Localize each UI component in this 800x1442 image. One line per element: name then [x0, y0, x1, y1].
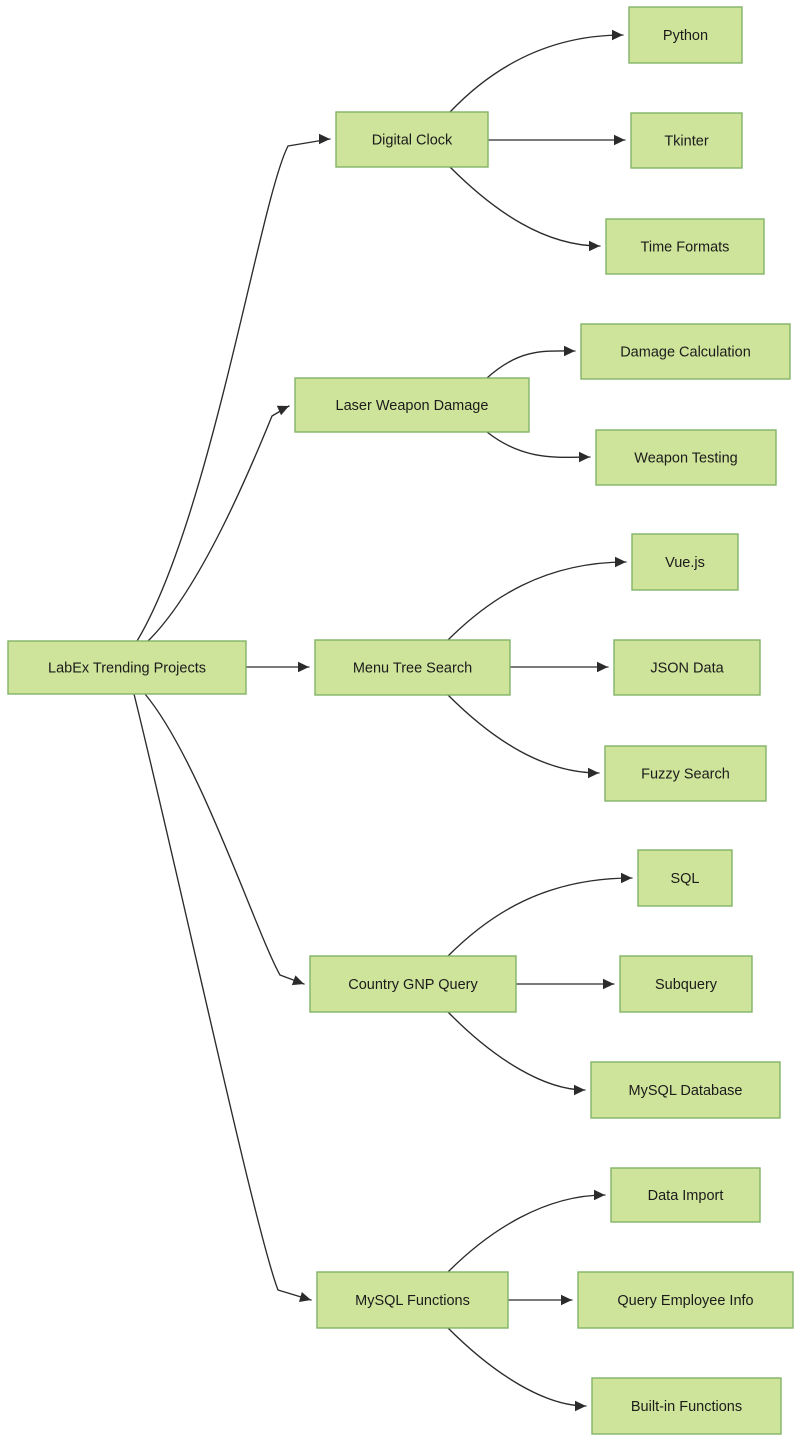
node-box[interactable] — [619, 955, 753, 1013]
diagram-node-damage-calculation[interactable]: Damage Calculation — [580, 323, 791, 380]
diagram-node-query-employee-info[interactable]: Query Employee Info — [577, 1271, 794, 1329]
node-box[interactable] — [577, 1271, 794, 1329]
node-box[interactable] — [630, 112, 743, 169]
edge-arrowhead — [615, 556, 626, 568]
edge-arrowhead — [594, 1189, 605, 1201]
node-box[interactable] — [590, 1061, 781, 1119]
edge-arrowhead — [621, 872, 632, 884]
mind-map-diagram: LabEx Trending Projects Digital Clock Pyth… — [7, 6, 794, 1435]
diagram-node-digital-clock[interactable]: Digital Clock — [335, 111, 489, 168]
edge-arrowhead — [588, 767, 599, 779]
diagram-edge — [449, 166, 601, 247]
diagram-edge — [447, 1011, 586, 1091]
diagram-node-subquery[interactable]: Subquery — [619, 955, 753, 1013]
edge-arrowhead — [579, 451, 590, 463]
diagram-node-menu-tree-search[interactable]: Menu Tree Search — [314, 639, 511, 696]
diagram-edge — [133, 693, 312, 1301]
node-layer: LabEx Trending Projects Digital Clock Pyth… — [7, 6, 794, 1435]
node-box[interactable] — [628, 6, 743, 64]
node-box[interactable] — [595, 429, 777, 486]
diagram-node-laser-weapon-damage[interactable]: Laser Weapon Damage — [294, 377, 530, 433]
diagram-node-fuzzy-search[interactable]: Fuzzy Search — [604, 745, 767, 802]
diagram-node-built-in-functions[interactable]: Built-in Functions — [591, 1377, 782, 1435]
diagram-edge — [486, 350, 576, 379]
diagram-node-data-import[interactable]: Data Import — [610, 1167, 761, 1223]
diagram-node-vuejs[interactable]: Vue.js — [631, 533, 739, 591]
node-box[interactable] — [316, 1271, 509, 1329]
edge-arrowhead — [597, 661, 608, 673]
diagram-node-python[interactable]: Python — [628, 6, 743, 64]
diagram-node-json-data[interactable]: JSON Data — [613, 639, 761, 696]
node-box[interactable] — [580, 323, 791, 380]
node-box[interactable] — [631, 533, 739, 591]
node-box[interactable] — [309, 955, 517, 1013]
edge-arrowhead — [614, 134, 625, 146]
diagram-edge — [447, 1327, 587, 1407]
edge-arrowhead — [564, 345, 575, 357]
node-box[interactable] — [604, 745, 767, 802]
diagram-edge — [447, 1194, 606, 1273]
diagram-node-weapon-testing[interactable]: Weapon Testing — [595, 429, 777, 486]
edge-arrowhead — [276, 405, 289, 416]
node-box[interactable] — [314, 639, 511, 696]
diagram-node-country-gnp-query[interactable]: Country GNP Query — [309, 955, 517, 1013]
diagram-edge — [447, 694, 600, 774]
diagram-edge — [447, 561, 627, 641]
node-box[interactable] — [294, 377, 530, 433]
diagram-node-root[interactable]: LabEx Trending Projects — [7, 640, 247, 695]
edge-arrowhead — [574, 1084, 585, 1096]
node-box[interactable] — [591, 1377, 782, 1435]
edge-arrowhead — [298, 1291, 311, 1302]
diagram-node-sql[interactable]: SQL — [637, 849, 733, 907]
node-box[interactable] — [335, 111, 489, 168]
node-box[interactable] — [7, 640, 247, 695]
diagram-node-tkinter[interactable]: Tkinter — [630, 112, 743, 169]
diagram-edge — [447, 877, 633, 957]
edge-arrowhead — [561, 1294, 572, 1306]
edge-arrowhead — [298, 661, 309, 673]
node-box[interactable] — [610, 1167, 761, 1223]
arrowhead-layer — [276, 29, 632, 1412]
node-box[interactable] — [637, 849, 733, 907]
diagram-edge — [486, 431, 591, 458]
diagram-edge — [449, 34, 624, 113]
edge-arrowhead — [589, 240, 600, 252]
edge-arrowhead — [575, 1400, 586, 1412]
edge-arrowhead — [319, 133, 330, 145]
diagram-node-mysql-functions[interactable]: MySQL Functions — [316, 1271, 509, 1329]
node-box[interactable] — [613, 639, 761, 696]
edge-arrowhead — [612, 29, 623, 41]
node-box[interactable] — [605, 218, 765, 275]
diagram-edge — [147, 405, 290, 642]
diagram-canvas: LabEx Trending Projects Digital Clock Pyth… — [0, 0, 800, 1442]
edge-layer — [133, 34, 633, 1407]
diagram-node-mysql-database[interactable]: MySQL Database — [590, 1061, 781, 1119]
edge-arrowhead — [291, 975, 304, 986]
diagram-node-time-formats[interactable]: Time Formats — [605, 218, 765, 275]
edge-arrowhead — [603, 978, 614, 990]
